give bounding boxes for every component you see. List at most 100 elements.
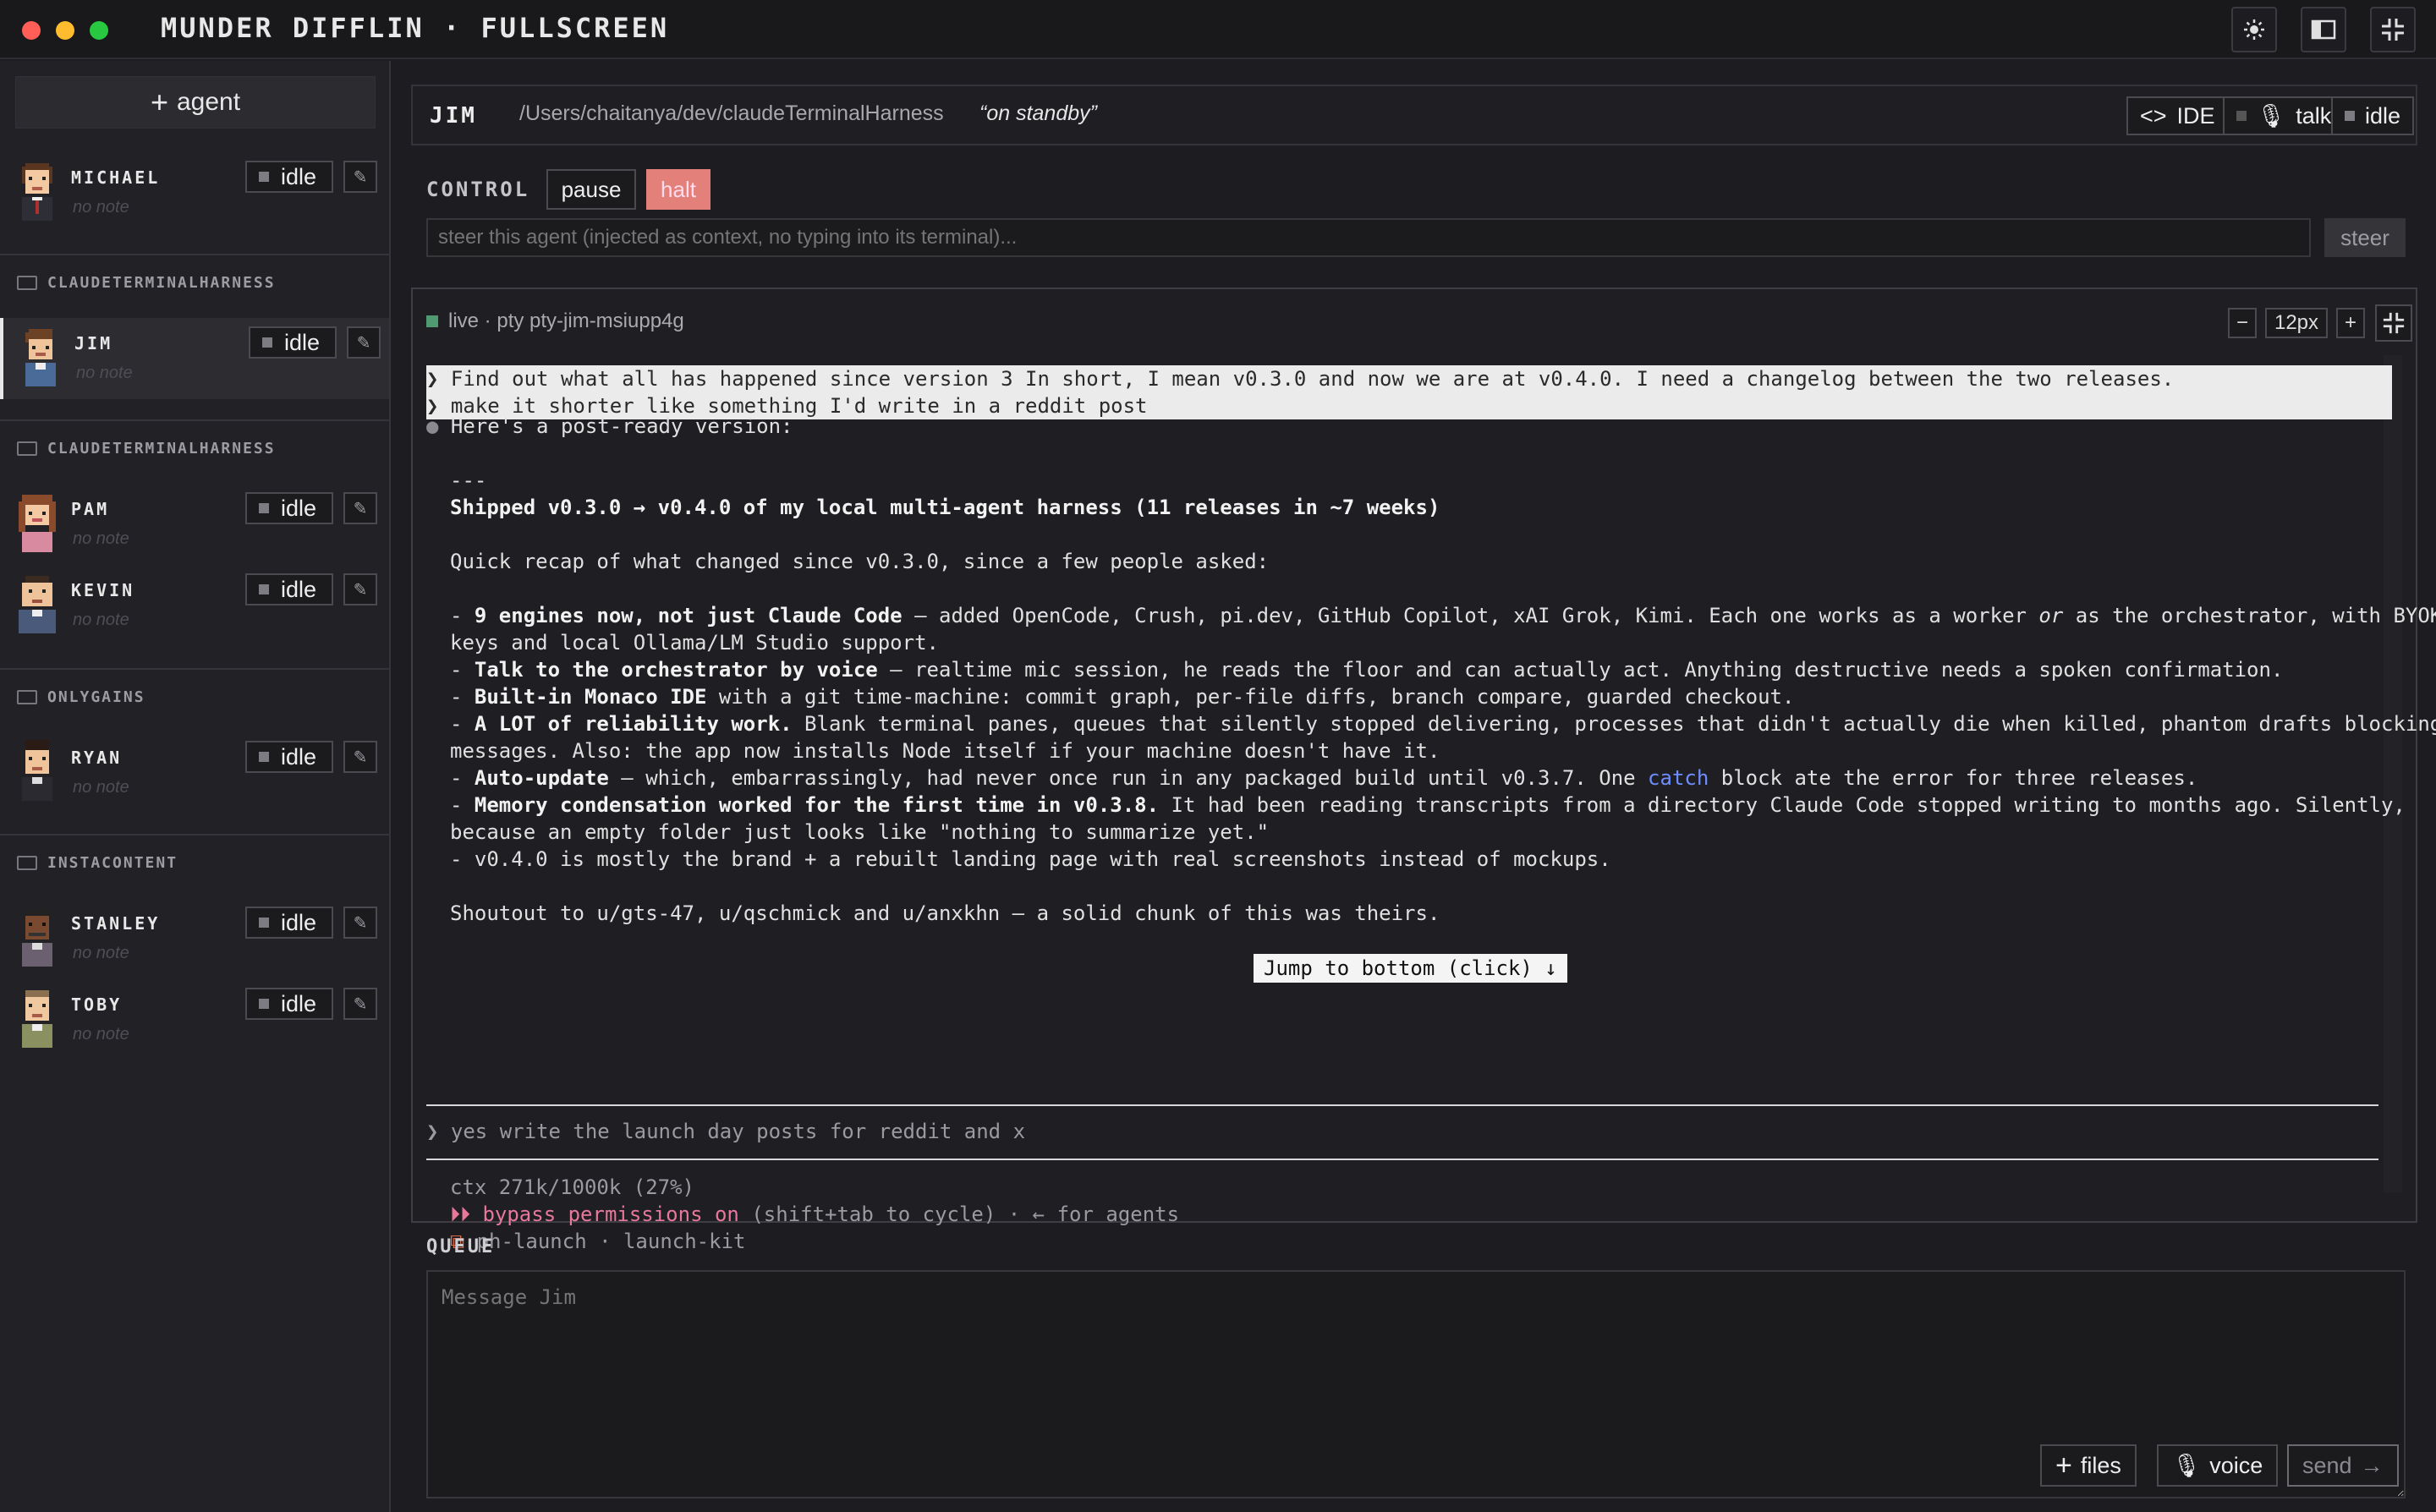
status-button[interactable]: idle <box>2331 96 2415 135</box>
steer-button[interactable]: steer <box>2324 218 2406 257</box>
agent-note: no note <box>76 364 133 382</box>
agent-item-ryan[interactable]: RYAN no note idle ✎ <box>0 732 389 814</box>
idle-indicator-icon <box>259 999 269 1009</box>
group-header[interactable]: INSTACONTENT <box>17 854 178 872</box>
agent-item-jim[interactable]: JIM no note idle ✎ <box>0 318 389 399</box>
agent-status-button[interactable]: idle <box>245 988 333 1020</box>
steer-input[interactable] <box>426 218 2311 257</box>
theme-toggle-button[interactable] <box>2231 7 2277 52</box>
edit-note-button[interactable]: ✎ <box>343 907 377 939</box>
agent-group: CLAUDETERMINALHARNESS PAM no note idle ✎… <box>0 419 389 668</box>
group-name: CLAUDETERMINALHARNESS <box>47 274 276 292</box>
stanley-avatar <box>22 909 52 967</box>
recap-line: Quick recap of what changed since v0.3.0… <box>450 550 1270 573</box>
agent-item-michael[interactable]: MICHAEL no note idle ✎ <box>0 152 389 233</box>
pencil-icon: ✎ <box>353 994 368 1014</box>
arrow-right-icon: → <box>2360 1452 2384 1478</box>
agent-status-button[interactable]: idle <box>245 907 333 939</box>
bullet-line: - Built-in Monaco IDE with a git time-ma… <box>450 685 1795 709</box>
maximize-window-button[interactable] <box>90 21 108 40</box>
sidebar-toggle-button[interactable] <box>2301 7 2346 52</box>
talk-button[interactable]: 🎙 talk <box>2223 96 2345 135</box>
agent-item-kevin[interactable]: KEVIN no note idle ✎ <box>0 565 389 646</box>
queue-label: QUEUE <box>426 1236 496 1257</box>
pencil-icon: ✎ <box>353 499 368 518</box>
agent-item-stanley[interactable]: STANLEY no note idle ✎ <box>0 898 389 979</box>
bullet-text: v0.4.0 is mostly the brand + a rebuilt l… <box>474 847 1611 871</box>
code-icon: <> <box>2140 102 2167 129</box>
font-decrease-button[interactable]: − <box>2228 308 2257 338</box>
terminal-panel[interactable]: live · pty pty-jim-msiupp4g − 12px + ❯ F… <box>411 288 2436 1253</box>
pause-button[interactable]: pause <box>546 169 636 210</box>
idle-indicator-icon <box>259 503 269 513</box>
bullet-bold: Built-in Monaco IDE <box>474 685 707 709</box>
agent-note: no note <box>73 1025 129 1044</box>
pencil-icon: ✎ <box>353 167 368 187</box>
input-separator-bottom <box>426 1159 2378 1160</box>
group-name: CLAUDETERMINALHARNESS <box>47 440 276 457</box>
agent-status-button[interactable]: idle <box>245 573 333 605</box>
bullet-line: - Talk to the orchestrator by voice — re… <box>450 658 2284 682</box>
add-agent-button[interactable]: + agent <box>15 76 376 129</box>
voice-label: voice <box>2209 1452 2263 1478</box>
bullet-bold: Talk to the orchestrator by voice <box>474 658 878 682</box>
agent-name: JIM <box>74 333 113 353</box>
terminal-fullscreen-button[interactable] <box>2375 304 2412 342</box>
attach-files-button[interactable]: + files <box>2040 1444 2137 1487</box>
bullet-text: — added OpenCode, Crush, pi.dev, GitHub … <box>902 604 2039 627</box>
agent-status-button[interactable]: idle <box>245 161 333 193</box>
edit-note-button[interactable]: ✎ <box>343 161 377 193</box>
agent-status-label: idle <box>281 495 317 521</box>
agent-item-pam[interactable]: PAM no note idle ✎ <box>0 484 389 565</box>
agent-status-button[interactable]: idle <box>245 492 333 524</box>
pencil-icon: ✎ <box>353 748 368 767</box>
agent-status-button[interactable]: idle <box>249 326 337 359</box>
terminal-scrollbar[interactable] <box>2384 355 2402 1192</box>
bullet-text: — realtime mic session, he reads the flo… <box>877 658 2284 682</box>
agent-status-button[interactable]: idle <box>245 741 333 773</box>
agent-name: MICHAEL <box>71 167 161 188</box>
files-label: files <box>2080 1452 2121 1478</box>
idle-indicator-icon <box>259 918 269 928</box>
ide-button[interactable]: <> IDE <box>2126 96 2229 135</box>
agent-name: RYAN <box>71 748 123 768</box>
prompt-line: ❯ Find out what all has happened since v… <box>426 367 2175 391</box>
halt-button[interactable]: halt <box>646 169 710 210</box>
rule-line: --- <box>450 468 487 492</box>
idle-indicator-icon <box>259 584 269 594</box>
minimize-window-button[interactable] <box>56 21 74 40</box>
send-button[interactable]: send → <box>2287 1444 2399 1487</box>
terminal-input-line[interactable]: ❯ yes write the launch day posts for red… <box>426 1120 1025 1143</box>
bullet-continuation: because an empty folder just looks like … <box>450 820 1270 844</box>
voice-button[interactable]: 🎙 voice <box>2157 1444 2279 1487</box>
edit-note-button[interactable]: ✎ <box>347 326 381 359</box>
exit-fullscreen-button[interactable] <box>2370 7 2416 52</box>
jump-to-bottom-button[interactable]: Jump to bottom (click) ↓ <box>1254 954 1567 983</box>
bypass-permissions-label: ⏵⏵ bypass permissions on <box>450 1202 739 1226</box>
plus-icon: + <box>150 85 168 119</box>
group-header[interactable]: CLAUDETERMINALHARNESS <box>17 274 276 292</box>
bullet-line: - 9 engines now, not just Claude Code — … <box>450 604 2436 627</box>
edit-note-button[interactable]: ✎ <box>343 741 377 773</box>
bullet-line: - Memory condensation worked for the fir… <box>450 793 2406 817</box>
folder-icon <box>17 856 37 870</box>
font-increase-button[interactable]: + <box>2336 308 2365 338</box>
add-agent-label: agent <box>176 88 241 116</box>
project-path: /Users/chaitanya/dev/claudeTerminalHarne… <box>519 101 944 125</box>
bullet-text: as the orchestrator, with BYOK <box>2063 604 2436 627</box>
agent-note: no note <box>73 198 129 216</box>
group-name: ONLYGAINS <box>47 688 145 706</box>
ide-label: IDE <box>2176 102 2215 129</box>
edit-note-button[interactable]: ✎ <box>343 573 377 605</box>
edit-note-button[interactable]: ✎ <box>343 988 377 1020</box>
edit-note-button[interactable]: ✎ <box>343 492 377 524</box>
bullet-bold: 9 engines now, not just Claude Code <box>474 604 903 627</box>
close-window-button[interactable] <box>22 21 41 40</box>
font-size-display: 12px <box>2265 308 2328 338</box>
group-header[interactable]: ONLYGAINS <box>17 688 145 706</box>
bullet-bold: Memory condensation worked for the first… <box>474 793 1160 817</box>
group-header[interactable]: CLAUDETERMINALHARNESS <box>17 440 276 457</box>
bullet-text: with a git time-machine: commit graph, p… <box>706 685 1795 709</box>
title-bar: MUNDER DIFFLIN · FULLSCREEN <box>0 0 2436 59</box>
agent-item-toby[interactable]: TOBY no note idle ✎ <box>0 979 389 1060</box>
